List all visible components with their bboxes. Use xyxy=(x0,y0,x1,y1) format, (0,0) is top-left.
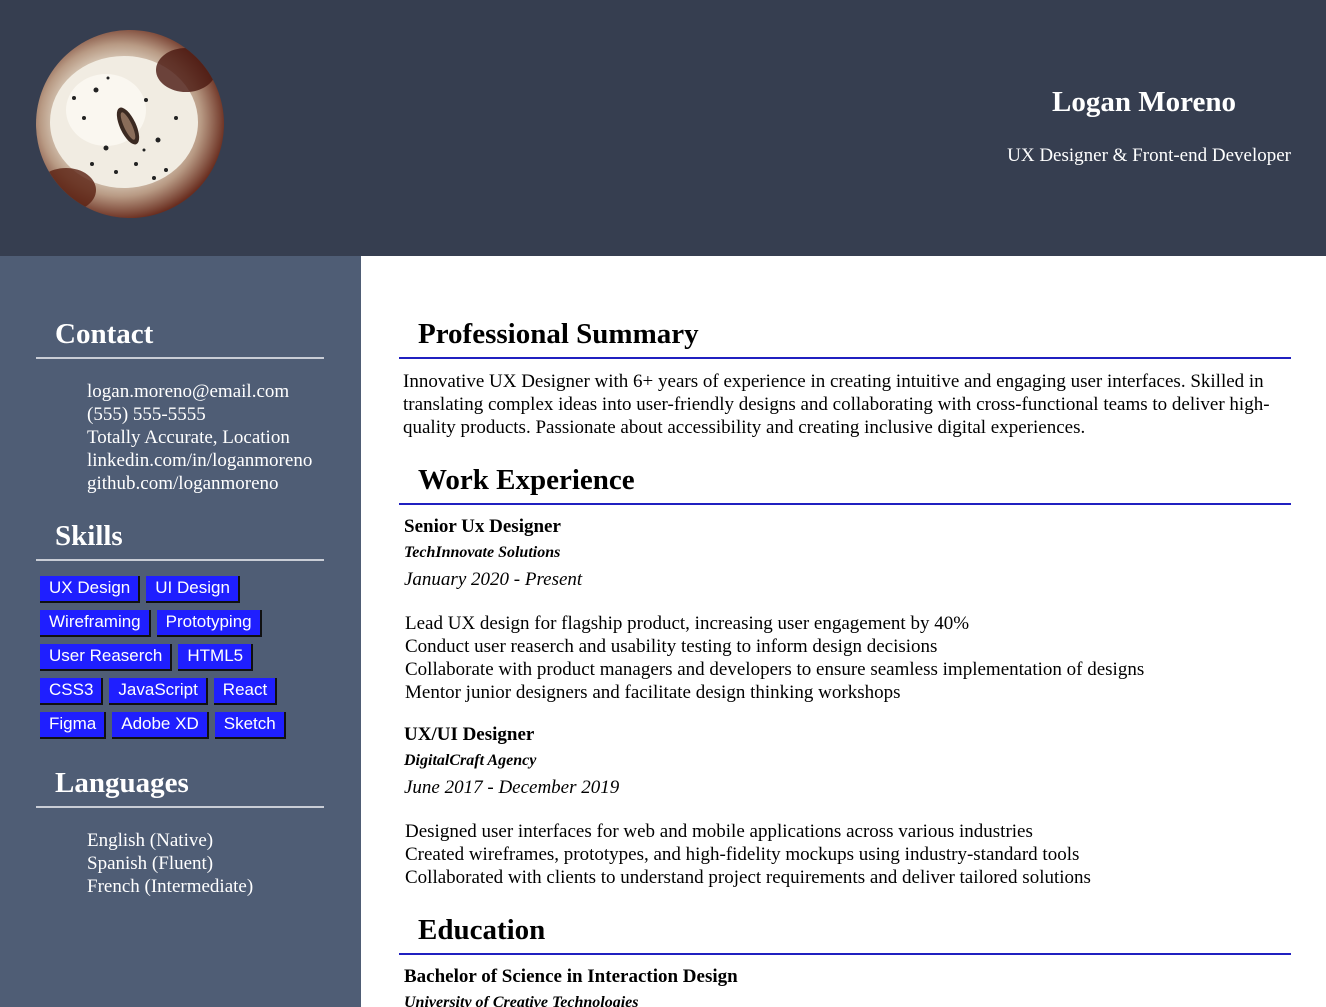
skill-badge: UI Design xyxy=(146,576,240,603)
skill-row: User Reaserch HTML5 xyxy=(40,644,330,678)
skill-badge: HTML5 xyxy=(178,644,254,671)
job-title: UX/UI Designer xyxy=(404,724,535,745)
skills-heading: Skills xyxy=(36,514,324,561)
page-header: Logan Moreno UX Designer & Front-end Dev… xyxy=(0,0,1326,256)
person-name: Logan Moreno xyxy=(1052,86,1236,118)
skill-row: Wireframing Prototyping xyxy=(40,610,330,644)
duty-item: Designed user interfaces for web and mob… xyxy=(405,821,1033,842)
summary-text: Innovative UX Designer with 6+ years of … xyxy=(403,371,1270,438)
school-name: University of Creative Technologies xyxy=(404,994,639,1007)
duty-item: Collaborate with product managers and de… xyxy=(405,659,1145,680)
skills-list: UX Design UI Design Wireframing Prototypin… xyxy=(40,576,330,746)
skill-row: CSS3 JavaScript React xyxy=(40,678,330,712)
skill-badge: JavaScript xyxy=(109,678,208,705)
avatar-photo xyxy=(36,48,216,212)
job-dates: June 2017 - December 2019 xyxy=(404,777,620,798)
job-company: DigitalCraft Agency xyxy=(404,752,537,769)
contact-location: Totally Accurate, Location xyxy=(87,427,290,448)
contact-heading: Contact xyxy=(36,312,324,359)
education-heading: Education xyxy=(399,908,1291,955)
summary-heading: Professional Summary xyxy=(399,312,1291,359)
job-company: TechInnovate Solutions xyxy=(404,544,561,561)
person-title: UX Designer & Front-end Developer xyxy=(1007,145,1291,166)
duty-item: Lead UX design for flagship product, inc… xyxy=(405,613,970,634)
skill-badge: Figma xyxy=(40,712,107,739)
skill-badge: Adobe XD xyxy=(112,712,209,739)
contact-email[interactable]: logan.moreno@email.com xyxy=(87,380,312,403)
skill-row: UX Design UI Design xyxy=(40,576,330,610)
skill-badge: React xyxy=(213,678,278,705)
skill-badge: User Reaserch xyxy=(40,644,173,671)
skill-badge: UX Design xyxy=(40,576,141,603)
experience-heading: Work Experience xyxy=(399,458,1291,505)
avatar xyxy=(36,30,224,218)
job-duties: Designed user interfaces for web and mob… xyxy=(405,820,1091,889)
sidebar: Contact logan.moreno@email.com (555) 555… xyxy=(0,256,361,1007)
languages-list: English (Native) Spanish (Fluent) French… xyxy=(87,829,253,898)
language-item: English (Native) xyxy=(87,830,214,851)
contact-phone[interactable]: (555) 555-5555 xyxy=(87,403,312,426)
skill-badge: Sketch xyxy=(214,712,286,739)
skill-badge: Wireframing xyxy=(40,610,151,637)
contact-linkedin[interactable]: linkedin.com/in/loganmoreno xyxy=(87,449,312,472)
job-dates: January 2020 - Present xyxy=(404,569,583,590)
degree-title: Bachelor of Science in Interaction Desig… xyxy=(404,966,738,987)
duty-item: Created wireframes, prototypes, and high… xyxy=(405,844,1080,865)
language-item: Spanish (Fluent) xyxy=(87,853,214,874)
skill-badge: CSS3 xyxy=(40,678,104,705)
duty-item: Mentor junior designers and facilitate d… xyxy=(405,682,901,703)
job-duties: Lead UX design for flagship product, inc… xyxy=(405,612,1144,704)
contact-list: logan.moreno@email.com (555) 555-5555 To… xyxy=(87,380,312,495)
duty-item: Collaborated with clients to understand … xyxy=(405,867,1091,888)
contact-github[interactable]: github.com/loganmoreno xyxy=(87,472,312,495)
main-content: Professional Summary Innovative UX Desig… xyxy=(361,256,1326,1007)
duty-item: Conduct user reaserch and usability test… xyxy=(405,636,938,657)
skill-badge: Prototyping xyxy=(156,610,262,637)
language-item: French (Intermediate) xyxy=(87,876,254,897)
skill-row: Figma Adobe XD Sketch xyxy=(40,712,330,746)
languages-heading: Languages xyxy=(36,761,324,808)
job-title: Senior Ux Designer xyxy=(404,516,561,537)
